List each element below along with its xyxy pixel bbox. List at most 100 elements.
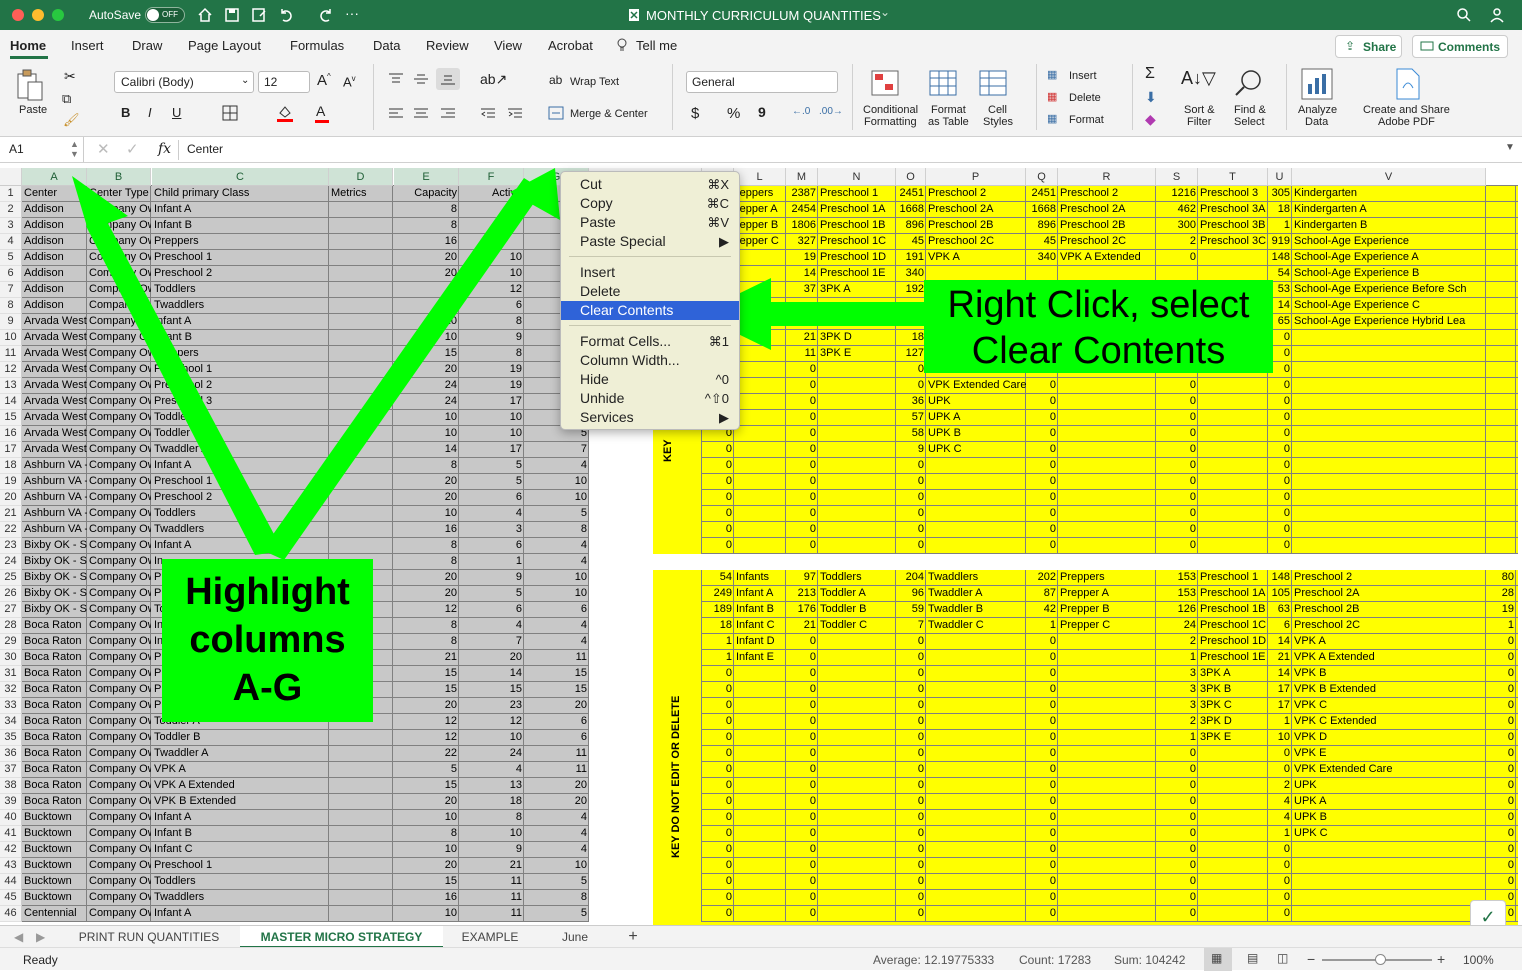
sheet-tab-june[interactable]: June <box>537 926 613 948</box>
format-cells-button[interactable]: Format <box>1069 114 1104 126</box>
fill-icon[interactable]: ⬇ <box>1145 89 1157 106</box>
formula-input[interactable]: Center <box>187 142 223 156</box>
context-menu-item-delete[interactable]: Delete <box>561 282 739 301</box>
home-icon[interactable] <box>197 7 213 23</box>
save-as-icon[interactable] <box>251 7 267 23</box>
insert-cells-button[interactable]: Insert <box>1069 70 1097 82</box>
increase-decimal-icon[interactable]: ←.0 <box>792 106 810 117</box>
align-middle-icon[interactable] <box>413 72 429 86</box>
context-menu-item-column-width[interactable]: Column Width... <box>561 351 739 370</box>
cancel-icon[interactable]: ✕ <box>97 140 110 158</box>
delete-cells-button[interactable]: Delete <box>1069 92 1101 104</box>
sheet-tab-master-micro[interactable]: MASTER MICRO STRATEGY <box>240 926 443 948</box>
save-icon[interactable] <box>224 7 240 23</box>
context-menu-item-paste[interactable]: Paste ⌘V <box>561 213 739 232</box>
context-menu-item-unhide[interactable]: Unhide ^⇧0 <box>561 389 739 408</box>
zoom-window-button[interactable] <box>52 9 64 21</box>
context-menu-item-hide[interactable]: Hide ^0 <box>561 370 739 389</box>
share-button[interactable]: Share ⇪ <box>1335 35 1402 58</box>
font-name-select[interactable]: Calibri (Body) ⌄ <box>114 71 254 93</box>
find-select-icon[interactable] <box>1233 68 1263 98</box>
analyze-data-icon[interactable] <box>1301 68 1333 100</box>
zoom-out-icon[interactable]: − <box>1307 951 1315 967</box>
decrease-font-icon[interactable]: Av <box>343 74 356 89</box>
scroll-right-icon[interactable]: ▶ <box>36 930 45 944</box>
context-menu-item-clear-contents[interactable]: Clear Contents <box>561 301 739 320</box>
tell-me-search[interactable]: Tell me <box>636 38 677 53</box>
number-format-select[interactable]: General <box>686 71 838 93</box>
tab-data[interactable]: Data <box>373 38 400 53</box>
clear-icon[interactable]: ◆ <box>1145 111 1156 128</box>
decrease-indent-icon[interactable] <box>480 107 496 121</box>
scroll-left-icon[interactable]: ◀ <box>14 930 23 944</box>
minimize-window-button[interactable] <box>32 9 44 21</box>
context-menu-item-format-cells[interactable]: Format Cells... ⌘1 <box>561 332 739 351</box>
comma-button[interactable]: 9 <box>758 104 766 120</box>
borders-icon[interactable] <box>222 105 238 121</box>
name-box[interactable]: A1 ▲ ▼ <box>0 137 84 162</box>
tab-formulas[interactable]: Formulas <box>290 38 344 53</box>
font-size-select[interactable]: 12 <box>258 71 310 93</box>
quick-analysis-check-icon[interactable]: ✓ <box>1470 900 1506 925</box>
cell-styles-icon[interactable] <box>979 70 1007 96</box>
paste-button[interactable] <box>12 66 52 106</box>
undo-icon[interactable] <box>278 7 296 23</box>
fill-color-icon[interactable] <box>276 103 294 123</box>
wrap-text-button[interactable]: Wrap Text <box>570 76 619 88</box>
expand-formula-icon[interactable]: ▼ <box>1505 142 1515 153</box>
comments-button[interactable]: Comments <box>1412 35 1508 58</box>
context-menu-item-paste-special[interactable]: Paste Special ▶ <box>561 232 739 251</box>
bold-button[interactable]: B <box>121 105 130 120</box>
normal-view-button[interactable]: ▦ <box>1204 948 1232 971</box>
format-as-table-icon[interactable] <box>929 70 957 96</box>
tab-view[interactable]: View <box>494 38 522 53</box>
align-top-icon[interactable] <box>388 72 404 86</box>
tab-page-layout[interactable]: Page Layout <box>188 38 261 53</box>
zoom-in-icon[interactable]: + <box>1437 951 1445 967</box>
context-menu-item-cut[interactable]: Cut ⌘X <box>561 175 739 194</box>
create-pdf-icon[interactable] <box>1395 68 1421 100</box>
context-menu-item-services[interactable]: Services ▶ <box>561 408 739 427</box>
context-menu-item-copy[interactable]: Copy ⌘C <box>561 194 739 213</box>
align-left-icon[interactable] <box>388 107 404 121</box>
decrease-decimal-icon[interactable]: .00→ <box>819 106 843 117</box>
cut-icon[interactable]: ✂ <box>64 68 76 85</box>
title-chevron-icon[interactable]: ⌄ <box>880 5 890 19</box>
function-icon[interactable]: fx <box>158 141 171 157</box>
align-center-icon[interactable] <box>413 107 429 121</box>
merge-center-button[interactable]: Merge & Center <box>570 108 648 120</box>
copy-icon[interactable]: ⧉ <box>62 91 71 107</box>
tab-acrobat[interactable]: Acrobat <box>548 38 593 53</box>
account-icon[interactable] <box>1489 7 1505 23</box>
search-icon[interactable] <box>1456 7 1472 23</box>
autosave-toggle[interactable]: OFF <box>145 7 185 23</box>
format-painter-icon[interactable]: 🖌 <box>63 112 80 128</box>
more-icon[interactable]: ··· <box>345 5 359 21</box>
context-menu-item-insert[interactable]: Insert <box>561 263 739 282</box>
underline-button[interactable]: U <box>172 105 181 120</box>
tab-draw[interactable]: Draw <box>132 38 162 53</box>
name-box-stepper-icon[interactable]: ▲ ▼ <box>70 139 79 159</box>
worksheet-grid[interactable]: KEYKEY DO NOT EDIT OR DELETEABCDEFGKLMNO… <box>0 168 1522 925</box>
enter-icon[interactable]: ✓ <box>126 140 139 158</box>
align-right-icon[interactable] <box>440 107 456 121</box>
close-window-button[interactable] <box>12 9 24 21</box>
percent-button[interactable]: % <box>727 105 740 122</box>
redo-icon[interactable] <box>316 7 334 23</box>
page-break-view-icon[interactable]: ◫ <box>1277 951 1288 965</box>
orientation-icon[interactable]: ab↗ <box>480 71 507 88</box>
font-color-icon[interactable]: A <box>316 103 325 119</box>
sheet-tab-example[interactable]: EXAMPLE <box>447 926 533 948</box>
increase-font-icon[interactable]: A^ <box>317 72 331 89</box>
sheet-tab-print-run[interactable]: PRINT RUN QUANTITIES <box>64 926 234 948</box>
tab-home[interactable]: Home <box>10 38 46 53</box>
page-layout-view-icon[interactable]: ▤ <box>1247 951 1258 965</box>
sort-filter-icon[interactable]: A↓▽ <box>1181 68 1216 89</box>
autosum-icon[interactable]: Σ <box>1145 65 1155 83</box>
conditional-formatting-icon[interactable] <box>871 70 899 96</box>
add-sheet-button[interactable]: + <box>618 926 648 948</box>
italic-button[interactable]: I <box>148 105 152 120</box>
align-bottom-button[interactable] <box>436 68 460 90</box>
increase-indent-icon[interactable] <box>507 107 523 121</box>
tab-insert[interactable]: Insert <box>71 38 104 53</box>
